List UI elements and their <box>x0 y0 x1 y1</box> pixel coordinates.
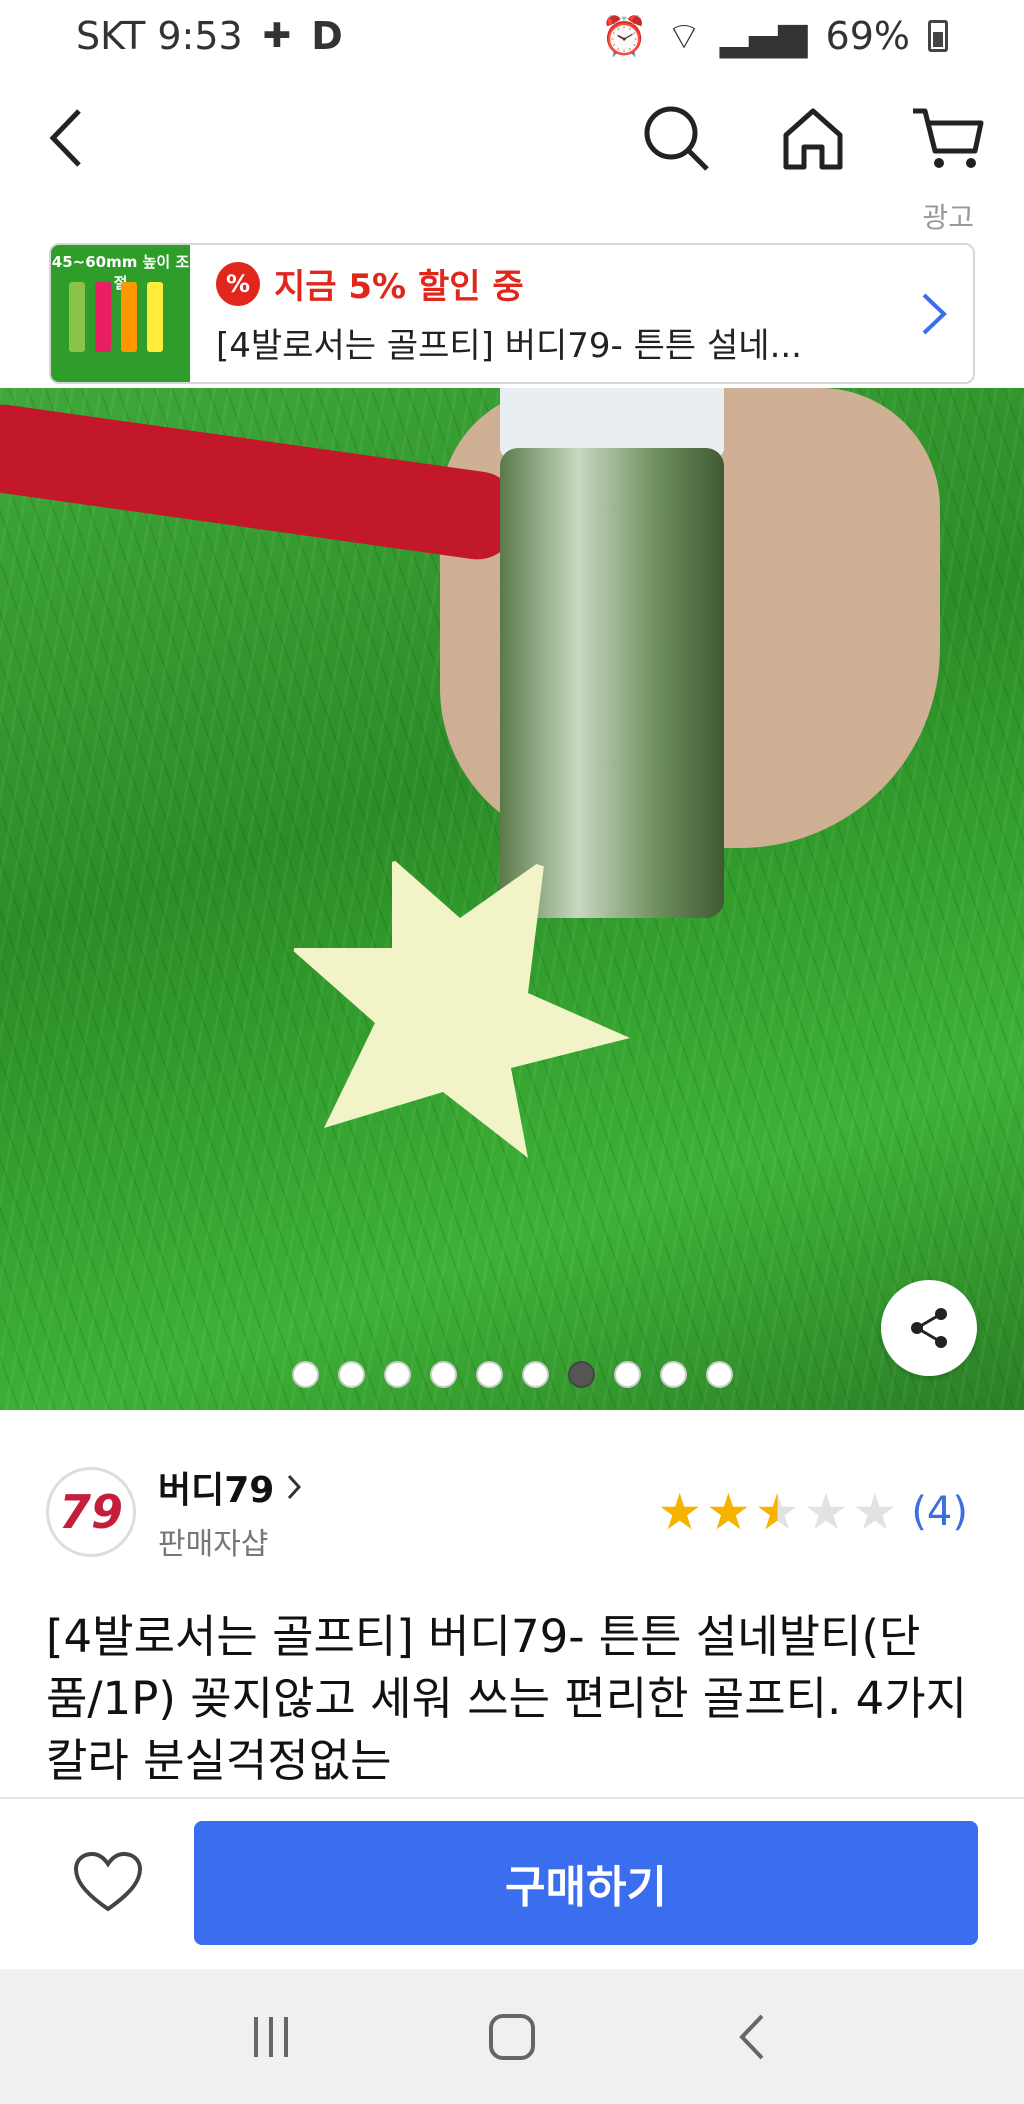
cart-icon <box>913 108 984 168</box>
rounded-square-icon <box>488 2013 535 2060</box>
share-button[interactable] <box>881 1280 977 1376</box>
carousel-dot[interactable] <box>291 1361 319 1388</box>
chevron-left-icon <box>739 2014 764 2059</box>
star-full-icon: ★ <box>706 1483 751 1541</box>
ad-product-title: [4발로서는 골프티] 버디79- 튼튼 설네... <box>216 326 802 366</box>
chevron-left-icon <box>49 109 81 167</box>
alarm-icon: ⏰ <box>600 13 649 58</box>
recent-apps-button[interactable] <box>226 1992 316 2082</box>
system-home-button[interactable] <box>467 1992 557 2082</box>
seller-link[interactable]: 버디79 <box>158 1461 304 1513</box>
search-icon <box>644 106 709 171</box>
product-title: [4발로서는 골프티] 버디79- 튼튼 설네발티(단품/1P) 꽂지않고 세워… <box>46 1610 968 1787</box>
carousel-dot-active[interactable] <box>567 1361 595 1388</box>
top-nav <box>0 78 1024 188</box>
home-button[interactable] <box>773 98 853 178</box>
tee-orange <box>121 282 137 352</box>
ad-banner[interactable]: 45~60mm 높이 조절 % 지금 5% 할인 중 [4발로서는 골프티] 버… <box>49 243 975 384</box>
tee-yellow <box>147 282 163 352</box>
home-icon <box>783 108 843 170</box>
star-empty-icon: ★ <box>852 1483 898 1541</box>
carrier-time: SKT 9:53 <box>76 14 243 58</box>
system-nav-bar <box>0 1969 1024 2104</box>
bottom-action-bar: 구매하기 <box>0 1797 1024 1969</box>
carousel-dot[interactable] <box>429 1361 457 1388</box>
seller-shop-label: 판매자샵 <box>158 1527 269 1562</box>
star-half-icon: ★ <box>754 1483 800 1541</box>
seller-logo[interactable]: 79 <box>46 1467 136 1557</box>
carousel-dot[interactable] <box>337 1361 365 1388</box>
cart-button[interactable] <box>908 98 988 178</box>
seller-row: 79 버디79 판매자샵 ★ ★ ★ ★ ★ (4) <box>46 1462 968 1562</box>
ad-arrow[interactable] <box>893 245 973 382</box>
carousel-dot[interactable] <box>475 1361 503 1388</box>
d-icon: D <box>311 14 343 58</box>
carousel-dot[interactable] <box>383 1361 411 1388</box>
signal-icon: ▂▄▆ <box>719 14 808 58</box>
star-empty-icon: ★ <box>803 1483 849 1541</box>
hammer-head-image <box>500 448 724 918</box>
tee-green <box>69 282 85 352</box>
heart-icon <box>73 1851 143 1912</box>
tee-pink <box>95 282 111 352</box>
discount-badge-icon: % <box>216 261 260 306</box>
carousel-dot[interactable] <box>521 1361 549 1388</box>
search-button[interactable] <box>636 98 716 178</box>
product-image-carousel[interactable] <box>0 388 1024 1410</box>
carousel-dots <box>0 1361 1024 1388</box>
share-icon <box>911 1308 947 1348</box>
seller-name: 버디79 <box>158 1470 275 1511</box>
carousel-dot[interactable] <box>659 1361 687 1388</box>
carousel-dot[interactable] <box>705 1361 733 1388</box>
battery-text: 69% <box>825 14 910 58</box>
wishlist-button[interactable] <box>68 1843 148 1923</box>
review-count[interactable]: (4) <box>911 1489 968 1535</box>
star-full-icon: ★ <box>657 1483 703 1541</box>
carousel-dot[interactable] <box>613 1361 641 1388</box>
puzzle-icon: ✚ <box>262 16 292 56</box>
status-bar: SKT 9:53 ✚ D ⏰ ⌔ ▂▄▆ 69% <box>0 0 1024 72</box>
system-back-button[interactable] <box>708 1992 798 2082</box>
buy-button[interactable]: 구매하기 <box>194 1821 978 1945</box>
chevron-right-icon <box>288 1474 302 1500</box>
rating[interactable]: ★ ★ ★ ★ ★ (4) <box>657 1487 968 1537</box>
recent-apps-icon <box>253 2016 288 2057</box>
wifi-icon: ⌔ <box>666 14 702 58</box>
chevron-right-icon <box>922 293 947 334</box>
back-button[interactable] <box>26 98 106 178</box>
discount-text: 지금 5% 할인 중 <box>274 267 524 307</box>
battery-icon <box>928 20 948 52</box>
ad-label: 광고 <box>922 201 974 234</box>
ad-thumbnail: 45~60mm 높이 조절 <box>51 245 190 382</box>
